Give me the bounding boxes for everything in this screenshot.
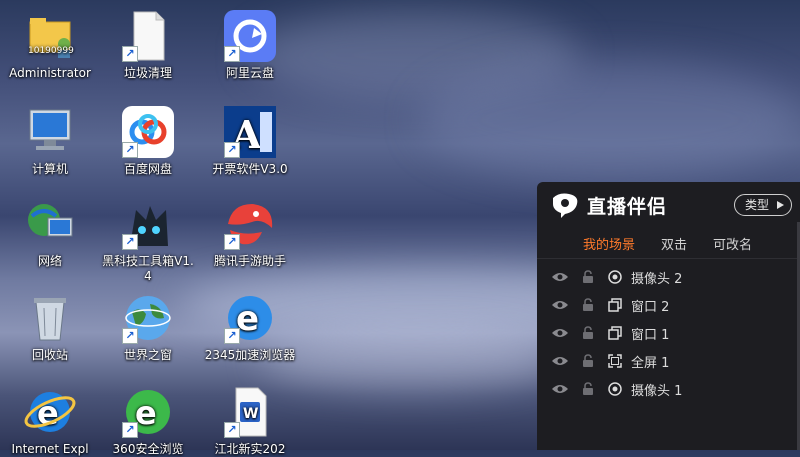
desktop-icon-baidu-netdisk[interactable]: ↗ 百度网盘 [100, 104, 196, 177]
unlock-icon[interactable] [581, 326, 595, 340]
eye-icon[interactable] [551, 383, 569, 395]
desktop-icon-computer[interactable]: 计算机 [2, 104, 98, 177]
desktop-icon-trash-cleaner[interactable]: ↗ 垃圾清理 [100, 8, 196, 81]
scene-list: 摄像头 2 窗口 2 窗口 1 全屏 1 摄像头 1 [537, 259, 800, 403]
unlock-icon[interactable] [581, 382, 595, 396]
desktop-icon-label: 计算机 [31, 162, 68, 176]
360-browser-icon: e ↗ [120, 384, 176, 440]
scene-item[interactable]: 全屏 1 [537, 347, 800, 375]
shortcut-arrow-icon: ↗ [122, 422, 138, 438]
desktop-icon-2345-browser[interactable]: e ↗ 2345加速浏览器 [202, 290, 298, 363]
shortcut-arrow-icon: ↗ [224, 142, 240, 158]
network-icon [22, 196, 78, 252]
shortcut-arrow-icon: ↗ [122, 142, 138, 158]
toolbox-icon: ↗ [120, 196, 176, 252]
window-source-icon [608, 298, 622, 312]
shortcut-arrow-icon: ↗ [122, 234, 138, 250]
user-folder-icon: 10190999 [22, 8, 78, 64]
desktop-icon-label: Administrator [9, 66, 91, 80]
tencent-game-assistant-icon: ↗ [222, 196, 278, 252]
window-source-icon [608, 326, 622, 340]
desktop-icon-360-browser[interactable]: e ↗ 360安全浏览 [100, 384, 196, 457]
scene-name: 摄像头 2 [631, 271, 683, 287]
scene-tabs: 我的场景 双击 可改名 [537, 228, 800, 259]
fullscreen-source-icon [608, 354, 622, 368]
desktop-icon-label: 垃圾清理 [123, 66, 172, 80]
type-button-label: 类型 [744, 198, 769, 212]
desktop-icon-label: 回收站 [31, 348, 68, 362]
scene-item[interactable]: 窗口 2 [537, 291, 800, 319]
desktop-icon-label: 网络 [37, 254, 62, 268]
shortcut-arrow-icon: ↗ [224, 46, 240, 62]
scene-name: 摄像头 1 [631, 383, 683, 399]
shortcut-arrow-icon: ↗ [122, 328, 138, 344]
desktop-icon-label: 黑科技工具箱V1.4 [102, 254, 194, 283]
play-triangle-icon [777, 201, 784, 209]
svg-text:W: W [243, 406, 258, 422]
shortcut-arrow-icon: ↗ [122, 46, 138, 62]
eye-icon[interactable] [551, 355, 569, 367]
desktop-icon-label: 阿里云盘 [225, 66, 274, 80]
tab-renamable[interactable]: 可改名 [713, 234, 752, 253]
shortcut-arrow-icon: ↗ [224, 234, 240, 250]
eye-icon[interactable] [551, 327, 569, 339]
scene-item[interactable]: 摄像头 1 [537, 375, 800, 403]
eye-icon[interactable] [551, 299, 569, 311]
computer-icon [22, 104, 78, 160]
baidu-netdisk-icon: ↗ [120, 104, 176, 160]
camera-source-icon [608, 270, 622, 284]
globe-icon: ↗ [120, 290, 176, 346]
desktop-icon-black-tech-toolbox[interactable]: ↗ 黑科技工具箱V1.4 [100, 196, 196, 284]
tab-double-click[interactable]: 双击 [661, 234, 687, 253]
svg-text:e: e [135, 394, 157, 432]
scene-name: 窗口 1 [631, 327, 670, 343]
desktop-icon-tencent-game-assistant[interactable]: ↗ 腾讯手游助手 [202, 196, 298, 269]
unlock-icon[interactable] [581, 270, 595, 284]
desktop-icon-word-document[interactable]: W ↗ 江北新实202 [202, 384, 298, 457]
panel-title: 直播伴侣 [587, 195, 668, 218]
scene-name: 窗口 2 [631, 299, 670, 315]
desktop-icon-label: 腾讯手游助手 [213, 254, 286, 268]
desktop-icon-theworld-browser[interactable]: ↗ 世界之窗 [100, 290, 196, 363]
desktop-icon-label: 开票软件V3.0 [212, 162, 288, 176]
type-button[interactable]: 类型 [733, 194, 792, 216]
scene-item[interactable]: 窗口 1 [537, 319, 800, 347]
panel-header: 直播伴侣 类型 [537, 182, 800, 228]
word-document-icon: W ↗ [222, 384, 278, 440]
scene-name: 全屏 1 [631, 355, 670, 371]
live-companion-panel: 直播伴侣 类型 我的场景 双击 可改名 摄像头 2 窗口 2 窗口 1 全屏 1… [537, 182, 800, 450]
shortcut-arrow-icon: ↗ [224, 328, 240, 344]
scene-item[interactable]: 摄像头 2 [537, 263, 800, 291]
desktop-icon-label: 百度网盘 [123, 162, 172, 176]
desktop-icon-invoice-software[interactable]: A ↗ 开票软件V3.0 [202, 104, 298, 177]
desktop-icon-recycle-bin[interactable]: 回收站 [2, 290, 98, 363]
desktop-icon-internet-explorer[interactable]: e Internet Expl [2, 384, 98, 457]
desktop-icon-label: 2345加速浏览器 [204, 348, 296, 362]
document-icon: ↗ [120, 8, 176, 64]
internet-explorer-icon: e [22, 384, 78, 440]
recycle-bin-icon [22, 290, 78, 346]
live-companion-logo-icon [553, 193, 578, 218]
desktop-icon-administrator[interactable]: 10190999 Administrator [2, 8, 98, 81]
eye-icon[interactable] [551, 271, 569, 283]
desktop-icon-network[interactable]: 网络 [2, 196, 98, 269]
unlock-icon[interactable] [581, 298, 595, 312]
administrator-sub-text: 10190999 [28, 46, 74, 56]
unlock-icon[interactable] [581, 354, 595, 368]
desktop-icon-aliyun-drive[interactable]: ↗ 阿里云盘 [202, 8, 298, 81]
shortcut-arrow-icon: ↗ [224, 422, 240, 438]
aliyun-drive-icon: ↗ [222, 8, 278, 64]
camera-source-icon [608, 382, 622, 396]
desktop-icon-label: 世界之窗 [123, 348, 172, 362]
tab-my-scenes[interactable]: 我的场景 [583, 234, 635, 253]
invoice-software-icon: A ↗ [222, 104, 278, 160]
ie-browser-icon: e ↗ [222, 290, 278, 346]
